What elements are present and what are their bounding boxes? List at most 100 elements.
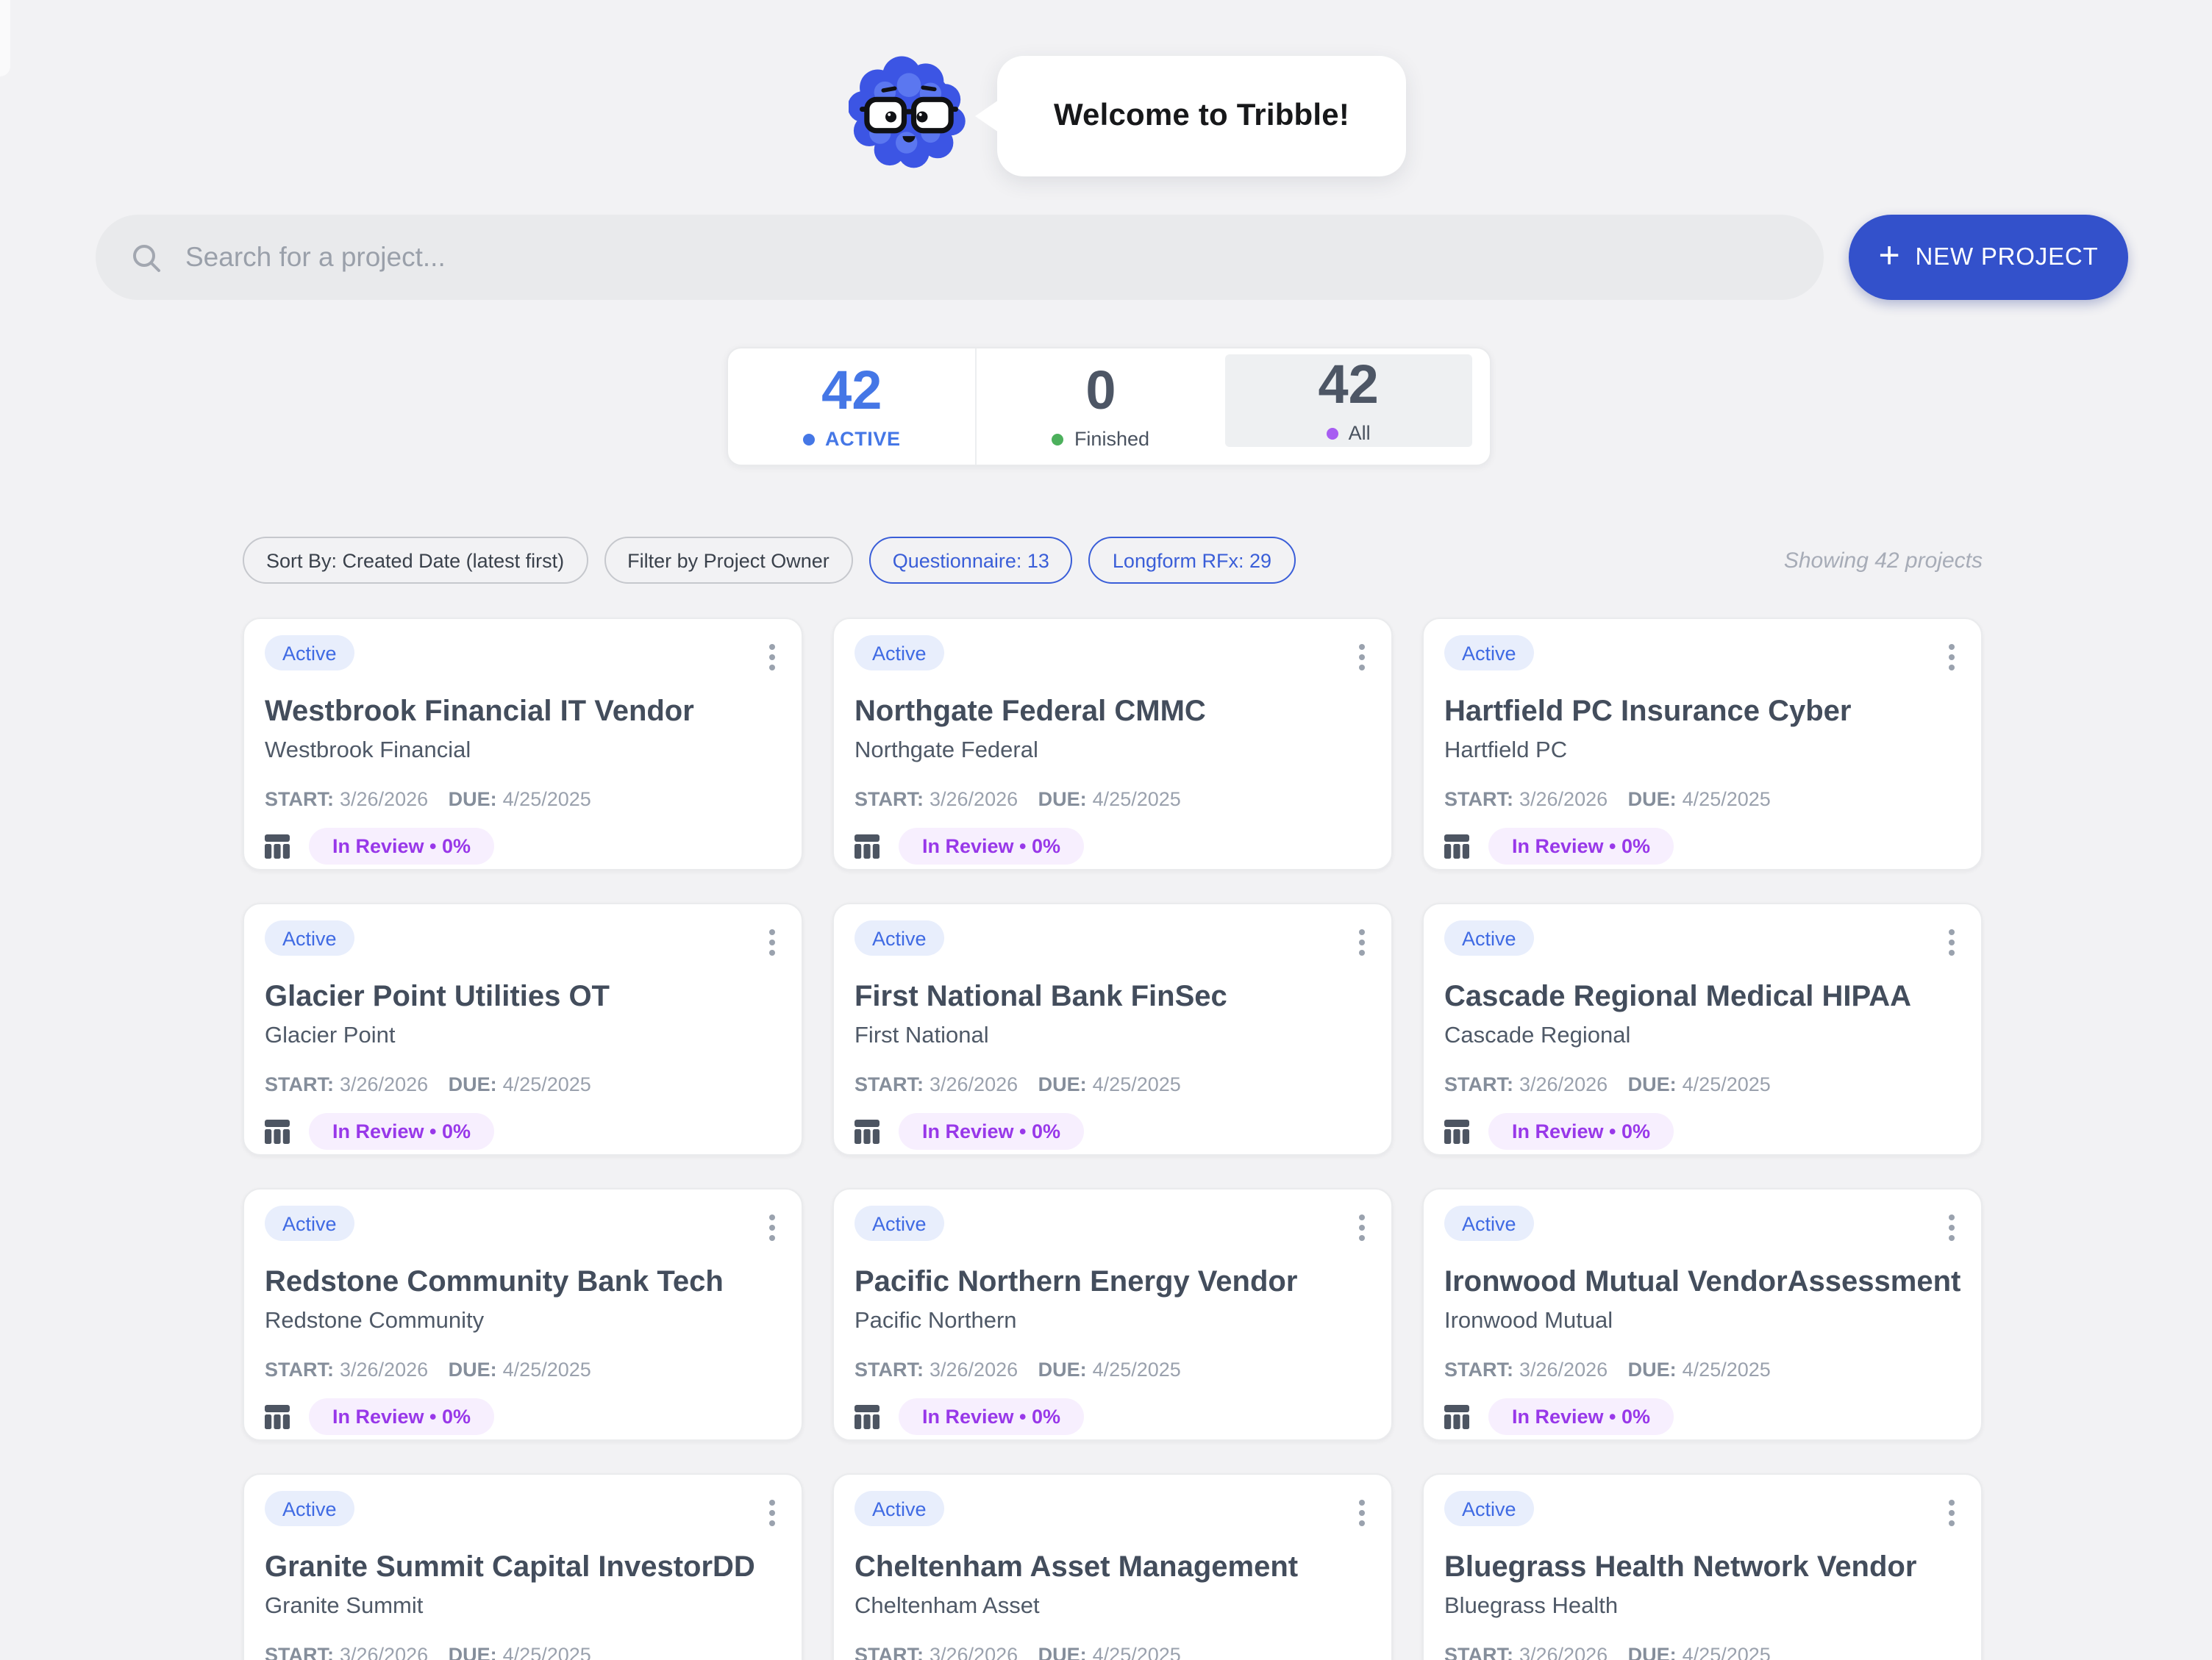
card-menu-button[interactable]: [1949, 1210, 1955, 1245]
review-progress-badge: In Review • 0%: [1488, 1398, 1674, 1435]
welcome-bubble: Welcome to Tribble!: [997, 56, 1406, 176]
project-title: Hartfield PC Insurance Cyber: [1444, 695, 1961, 729]
stat-active-label: ACTIVE: [825, 428, 901, 450]
review-progress-badge: In Review • 0%: [899, 828, 1084, 865]
active-dot-icon: [803, 433, 815, 445]
project-client: Pacific Northern: [855, 1309, 1371, 1335]
start-label: START:: [855, 1359, 924, 1381]
due-label: DUE:: [1038, 1073, 1087, 1095]
project-client: Redstone Community: [265, 1309, 781, 1335]
project-client: Ironwood Mutual: [1444, 1309, 1961, 1335]
stat-finished-label: Finished: [1074, 428, 1149, 450]
due-label: DUE:: [449, 1073, 497, 1095]
due-label: DUE:: [1038, 1359, 1087, 1381]
project-dates: START: 3/26/2026 DUE: 4/25/2025: [1444, 1073, 1961, 1095]
project-dates: START:3/26/2026 DUE:4/25/2025: [1444, 788, 1961, 810]
due-date: 4/25/2025: [503, 1644, 591, 1660]
project-card[interactable]: Active Granite Summit Capital InvestorDD…: [243, 1473, 803, 1660]
card-menu-button[interactable]: [1359, 1210, 1365, 1245]
start-date: 3/26/2026: [340, 1359, 428, 1381]
project-card[interactable]: Active Redstone Community Bank Tech Reds…: [243, 1188, 803, 1441]
project-dates: START:3/26/2026 DUE:4/25/2025: [265, 1644, 781, 1660]
project-card[interactable]: Active Ironwood Mutual VendorAssessment …: [1422, 1188, 1983, 1441]
project-card[interactable]: Active Pacific Northern Energy Vendor Pa…: [832, 1188, 1393, 1441]
search-input[interactable]: [182, 213, 1824, 301]
project-client: Cascade Regional: [1444, 1023, 1961, 1050]
card-menu-button[interactable]: [1949, 1495, 1955, 1531]
questionnaire-chip[interactable]: Questionnaire: 13: [869, 537, 1073, 584]
card-menu-button[interactable]: [769, 1495, 775, 1531]
review-progress-badge: In Review • 0%: [309, 1398, 494, 1435]
tribble-mascot-icon: [849, 51, 969, 169]
showing-count-text: Showing 42 projects: [1784, 548, 1983, 573]
start-date: 3/26/2026: [1519, 1359, 1608, 1381]
project-dates: START:3/26/2026 DUE:4/25/2025: [265, 1073, 781, 1095]
project-client: First National: [855, 1023, 1371, 1050]
due-label: DUE:: [1628, 1073, 1677, 1095]
start-date: 3/26/2026: [1519, 1073, 1608, 1095]
start-label: START:: [1444, 1073, 1513, 1095]
filter-owner-chip[interactable]: Filter by Project Owner: [604, 537, 853, 584]
start-label: START:: [265, 1644, 334, 1660]
due-date: 4/25/2025: [1683, 1359, 1771, 1381]
project-title: Pacific Northern Energy Vendor: [855, 1266, 1371, 1300]
project-title: Cascade Regional Medical HIPAA: [1444, 981, 1961, 1015]
project-client: Westbrook Financial: [265, 738, 781, 765]
card-menu-button[interactable]: [769, 925, 775, 960]
stat-active[interactable]: 42 ACTIVE: [728, 348, 977, 465]
stat-all[interactable]: 42 All: [1224, 354, 1472, 447]
longform-rfx-chip[interactable]: Longform RFx: 29: [1089, 537, 1295, 584]
new-project-label: NEW PROJECT: [1916, 243, 2099, 271]
left-edge-panel: [0, 0, 10, 76]
start-label: START:: [855, 1073, 924, 1095]
stat-finished[interactable]: 0 Finished: [977, 348, 1225, 465]
project-title: Northgate Federal CMMC: [855, 695, 1371, 729]
finished-dot-icon: [1052, 433, 1064, 445]
status-badge: Active: [855, 1491, 944, 1526]
project-card[interactable]: Active Cascade Regional Medical HIPAA Ca…: [1422, 903, 1983, 1156]
card-menu-button[interactable]: [1949, 925, 1955, 960]
search-icon: [131, 242, 162, 273]
project-dates: START:3/26/2026 DUE:4/25/2025: [855, 1644, 1371, 1660]
card-menu-button[interactable]: [769, 1210, 775, 1245]
card-menu-button[interactable]: [1359, 1495, 1365, 1531]
project-title: First National Bank FinSec: [855, 981, 1371, 1015]
project-dates: START:3/26/2026 DUE:4/25/2025: [855, 788, 1371, 810]
project-card[interactable]: Active First National Bank FinSec First …: [832, 903, 1393, 1156]
project-search-bar[interactable]: [96, 215, 1824, 300]
status-badge: Active: [265, 635, 354, 670]
project-card[interactable]: Active Westbrook Financial IT Vendor Wes…: [243, 618, 803, 870]
project-card[interactable]: Active Cheltenham Asset Management Chelt…: [832, 1473, 1393, 1660]
status-badge: Active: [265, 920, 354, 956]
due-date: 4/25/2025: [1683, 1073, 1771, 1095]
project-card[interactable]: Active Northgate Federal CMMC Northgate …: [832, 618, 1393, 870]
status-badge: Active: [855, 1206, 944, 1241]
card-menu-button[interactable]: [1359, 640, 1365, 675]
project-card[interactable]: Active Hartfield PC Insurance Cyber Hart…: [1422, 618, 1983, 870]
new-project-button[interactable]: + NEW PROJECT: [1849, 215, 2128, 300]
sort-by-chip[interactable]: Sort By: Created Date (latest first): [243, 537, 588, 584]
stat-active-value: 42: [821, 363, 882, 418]
card-menu-button[interactable]: [769, 640, 775, 675]
table-icon: [855, 1404, 880, 1429]
review-progress-badge: In Review • 0%: [1488, 1113, 1674, 1150]
project-dates: START:3/26/2026 DUE:4/25/2025: [1444, 1359, 1961, 1381]
start-date: 3/26/2026: [1519, 788, 1608, 810]
status-badge: Active: [1444, 1206, 1534, 1241]
review-progress-badge: In Review • 0%: [899, 1398, 1084, 1435]
welcome-text: Welcome to Tribble!: [1054, 99, 1349, 134]
project-card[interactable]: Active Bluegrass Health Network Vendor B…: [1422, 1473, 1983, 1660]
start-label: START:: [265, 788, 334, 810]
stat-finished-value: 0: [1085, 363, 1116, 418]
project-client: Northgate Federal: [855, 738, 1371, 765]
project-card[interactable]: Active Glacier Point Utilities OT Glacie…: [243, 903, 803, 1156]
project-client: Granite Summit: [265, 1594, 781, 1620]
project-title: Glacier Point Utilities OT: [265, 981, 781, 1015]
due-label: DUE:: [1038, 788, 1087, 810]
status-badge: Active: [1444, 920, 1534, 956]
table-icon: [265, 1119, 290, 1144]
due-date: 4/25/2025: [1093, 1073, 1181, 1095]
card-menu-button[interactable]: [1359, 925, 1365, 960]
card-menu-button[interactable]: [1949, 640, 1955, 675]
project-client: Cheltenham Asset: [855, 1594, 1371, 1620]
